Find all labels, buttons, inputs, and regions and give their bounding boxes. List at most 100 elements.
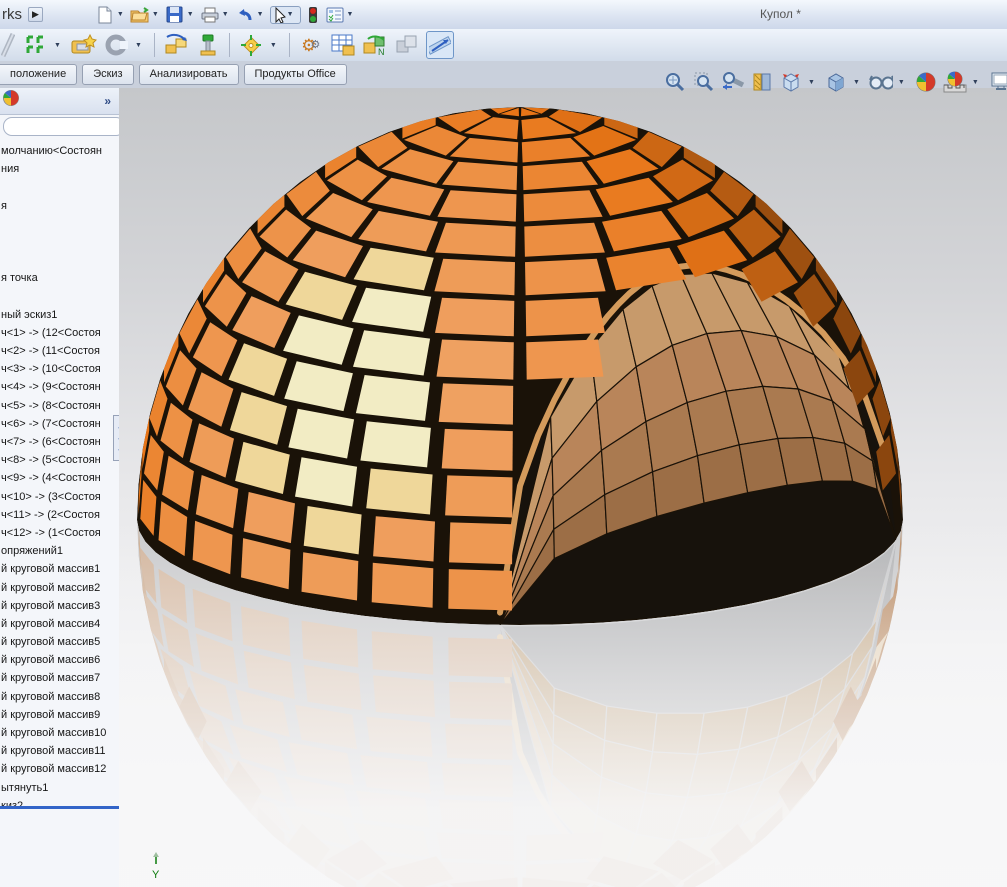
tab-office-products[interactable]: Продукты Office [244,64,347,85]
tree-item[interactable]: ытянуть1 [0,779,119,797]
undo-dropdown[interactable]: ▼ [257,11,264,18]
tree-item[interactable]: ч<9> -> (4<Состоян [0,469,119,487]
solidworks-window: { "window": { "app_title_fragment": "rks… [0,0,1007,887]
panel-expand-chevron[interactable]: » [104,94,111,108]
save-dropdown[interactable]: ▼ [187,11,194,18]
options-checklist-icon[interactable] [325,5,345,25]
insert-components-dropdown[interactable]: ▼ [54,42,61,49]
tab-layout[interactable]: положение [0,64,77,85]
open-dropdown[interactable]: ▼ [152,11,159,18]
print-dropdown[interactable]: ▼ [222,11,229,18]
tree-item[interactable]: й круговой массив10 [0,724,119,742]
dome-model-scene[interactable] [119,88,1007,887]
appearance-tab-icon[interactable] [3,90,20,112]
new-document-dropdown[interactable]: ▼ [117,11,124,18]
tab-evaluate[interactable]: Анализировать [139,64,239,85]
smart-fastener-icon[interactable] [195,32,221,58]
panel-tab-strip: » [0,88,119,115]
tree-item[interactable] [0,233,119,251]
document-title: Купол * [760,7,801,21]
options-dropdown[interactable]: ▼ [347,11,354,18]
move-component-icon[interactable] [163,32,189,58]
insert-components-icon[interactable] [22,32,48,58]
tree-item[interactable]: ч<11> -> (2<Состоя [0,506,119,524]
bill-of-materials-icon[interactable] [330,32,356,58]
mate-dropdown[interactable]: ▼ [135,42,142,49]
mate-icon[interactable] [103,32,129,58]
tree-item[interactable]: ный эскиз1 [0,306,119,324]
graphics-viewport[interactable]: Y [119,88,1007,887]
tree-item[interactable]: й круговой массив5 [0,633,119,651]
tree-item[interactable]: й круговой массив2 [0,579,119,597]
rebuild-traffic-light-icon[interactable] [303,5,323,25]
component-with-star-icon[interactable] [71,32,97,58]
tree-item[interactable]: ния [0,160,119,178]
tree-item[interactable]: й круговой массив12 [0,760,119,778]
tree-item[interactable]: ч<3> -> (10<Состоя [0,360,119,378]
new-document-icon[interactable] [95,5,115,25]
apply-scene-icon[interactable] [943,70,967,94]
select-tool-button[interactable]: ▼ [270,6,301,24]
tree-item[interactable]: ч<4> -> (9<Состоян [0,378,119,396]
svg-text:N: N [378,47,385,57]
gear-glyph-small: ⚙ [311,40,321,51]
exploded-view-dropdown[interactable]: ▼ [270,42,277,49]
zoom-to-area-icon[interactable] [692,70,716,94]
tree-item[interactable]: ч<6> -> (7<Состоян [0,415,119,433]
tree-item[interactable]: й круговой массив9 [0,706,119,724]
rollback-bar[interactable] [0,806,119,809]
measure-tool-button[interactable] [426,31,454,59]
tree-item[interactable]: й круговой массив1 [0,560,119,578]
tree-item[interactable]: й круговой массив8 [0,688,119,706]
tab-sketch[interactable]: Эскиз [82,64,133,85]
tree-item[interactable]: й круговой массив7 [0,669,119,687]
hide-show-dropdown[interactable]: ▼ [898,79,905,86]
tree-item[interactable]: й круговой массив6 [0,651,119,669]
feature-tree-filter-input[interactable] [3,117,125,136]
save-icon[interactable] [165,5,185,25]
open-document-icon[interactable] [130,5,150,25]
tree-item[interactable]: й круговой массив4 [0,615,119,633]
tree-item[interactable]: ч<7> -> (6<Состоян [0,433,119,451]
previous-view-icon[interactable] [721,70,745,94]
zoom-to-fit-icon[interactable] [663,70,687,94]
tree-item[interactable] [0,215,119,233]
tree-item[interactable] [0,251,119,269]
tree-item[interactable] [0,288,119,306]
tree-item[interactable]: опряжений1 [0,542,119,560]
edit-component-icon[interactable] [0,32,16,58]
tree-item[interactable] [0,178,119,196]
tree-item[interactable]: ч<2> -> (11<Состоя [0,342,119,360]
menu-expand-button[interactable]: ▶ [28,7,43,22]
view-settings-icon[interactable] [988,70,1007,94]
toolbar-separator [289,33,290,57]
tree-item[interactable]: я точка [0,269,119,287]
tree-item[interactable]: ч<8> -> (5<Состоян [0,451,119,469]
tree-item[interactable]: ч<5> -> (8<Состоян [0,397,119,415]
tree-item[interactable]: й круговой массив3 [0,597,119,615]
select-dropdown[interactable]: ▼ [287,11,294,18]
tree-item[interactable]: ч<12> -> (1<Состоя [0,524,119,542]
tree-item[interactable]: ч<10> -> (3<Состоя [0,488,119,506]
assembly-features-gears-icon[interactable]: ⚙⚙ [298,32,324,58]
interference-detection-icon[interactable] [394,32,420,58]
new-motion-study-icon[interactable]: N [362,32,388,58]
hide-show-items-icon[interactable] [869,70,893,94]
view-orientation-icon[interactable] [779,70,803,94]
tree-item[interactable]: ч<1> -> (12<Состоя [0,324,119,342]
reference-triad: Y [145,850,167,885]
tree-item[interactable]: молчанию<Состоян [0,142,119,160]
edit-appearance-icon[interactable] [914,70,938,94]
print-icon[interactable] [200,5,220,25]
tree-item[interactable]: й круговой массив11 [0,742,119,760]
assembly-toolbar: ▼ ▼ ▼ ⚙⚙ N [0,29,1007,62]
tree-item[interactable]: я [0,197,119,215]
apply-scene-dropdown[interactable]: ▼ [972,79,979,86]
undo-icon[interactable] [235,5,255,25]
display-style-icon[interactable] [824,70,848,94]
section-view-icon[interactable] [750,70,774,94]
display-style-dropdown[interactable]: ▼ [853,79,860,86]
axis-y-label: Y [152,869,160,880]
view-orientation-dropdown[interactable]: ▼ [808,79,815,86]
exploded-view-icon[interactable] [238,32,264,58]
